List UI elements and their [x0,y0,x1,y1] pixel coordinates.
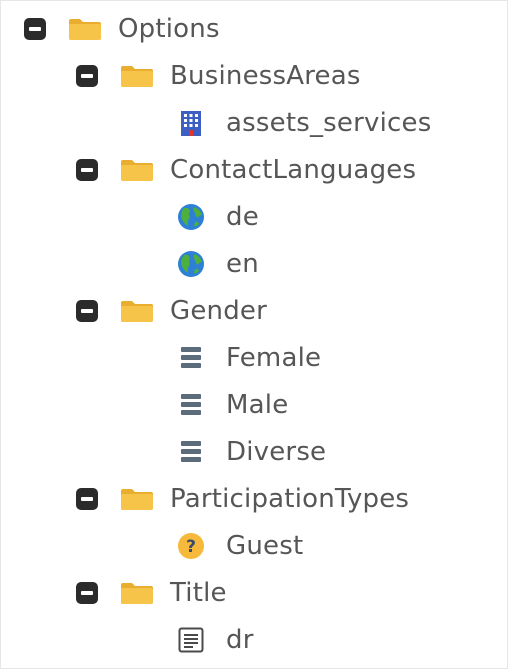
svg-text:?: ? [186,537,196,557]
tree-node-gender[interactable]: Gender [76,291,267,331]
building-icon [176,108,206,138]
tree-node-label: ContactLanguages [170,155,417,185]
list-icon [176,343,206,373]
tree-leaf-de[interactable]: de [176,197,259,237]
collapse-toggle-icon[interactable] [76,300,98,322]
folder-icon [121,489,153,510]
folder-icon [69,19,101,40]
tree-leaf-label: Diverse [226,437,327,467]
tree-leaf-label: Male [226,390,289,420]
collapse-toggle-icon[interactable] [76,65,98,87]
globe-icon [176,202,206,232]
tree-leaf-label: en [226,249,259,279]
tree-node-businessareas[interactable]: BusinessAreas [76,56,361,96]
folder-icon [121,301,153,322]
tree-leaf-guest[interactable]: ? Guest [176,526,303,566]
folder-icon [121,583,153,604]
tree-leaf-assets-services[interactable]: assets_services [176,103,431,143]
tree-leaf-label: assets_services [226,108,432,138]
tree-leaf-dr[interactable]: dr [176,620,254,660]
question-icon: ? [176,531,206,561]
tree-leaf-label: Female [226,343,322,373]
tree-node-options[interactable]: Options [24,9,220,49]
tree-node-contactlanguages[interactable]: ContactLanguages [76,150,416,190]
tree-panel [0,0,508,669]
collapse-toggle-icon[interactable] [24,18,46,40]
collapse-toggle-icon[interactable] [76,159,98,181]
tree-node-label: BusinessAreas [170,61,361,91]
collapse-toggle-icon[interactable] [76,582,98,604]
tree-leaf-en[interactable]: en [176,244,259,284]
list-icon [176,390,206,420]
list-icon [176,437,206,467]
document-icon [176,625,206,655]
tree-leaf-female[interactable]: Female [176,338,321,378]
tree-leaf-label: dr [226,625,254,655]
tree-node-participationtypes[interactable]: ParticipationTypes [76,479,409,519]
folder-icon [121,160,153,181]
tree-node-label: Options [118,14,220,44]
tree-node-label: Gender [170,296,268,326]
tree-leaf-male[interactable]: Male [176,385,288,425]
tree-leaf-label: Guest [226,531,304,561]
collapse-toggle-icon[interactable] [76,488,98,510]
globe-icon [176,249,206,279]
folder-icon [121,66,153,87]
tree-node-title[interactable]: Title [76,573,227,613]
tree-node-label: ParticipationTypes [170,484,410,514]
tree-leaf-diverse[interactable]: Diverse [176,432,326,472]
tree-leaf-label: de [226,202,259,232]
tree-node-label: Title [170,578,227,608]
